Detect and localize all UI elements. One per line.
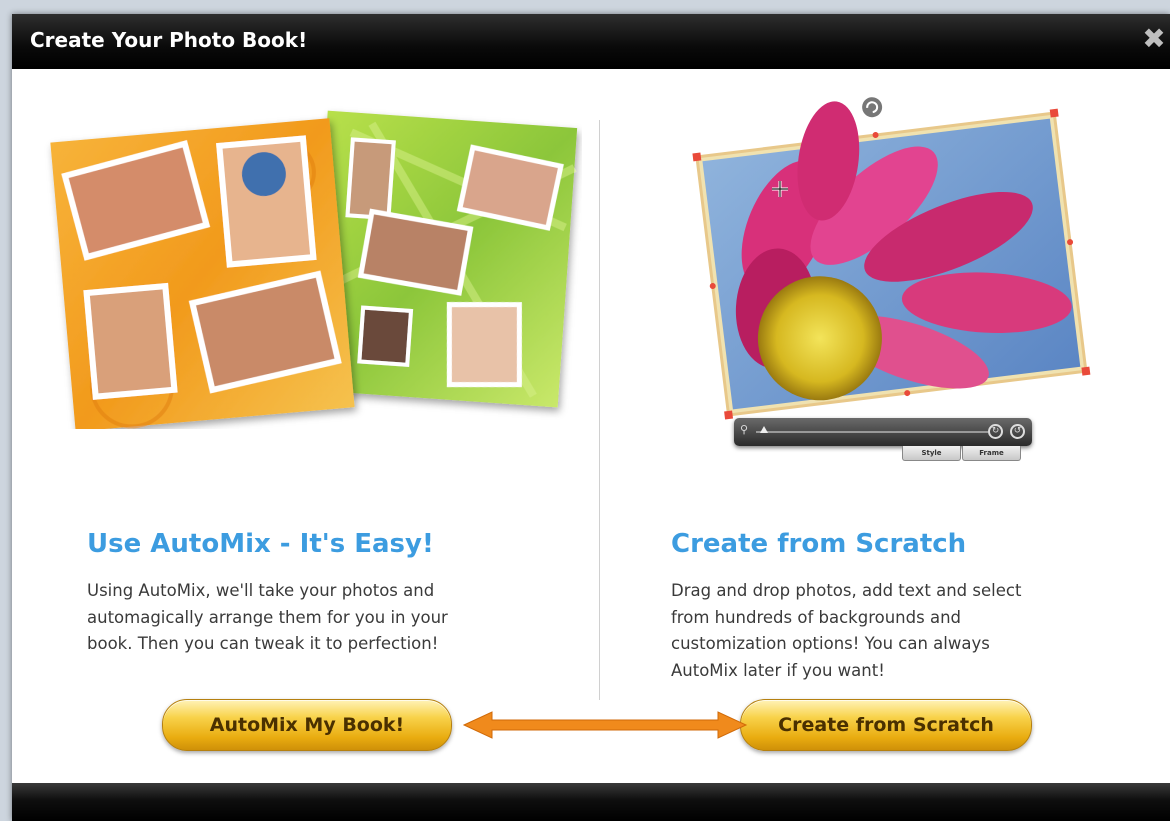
rotate-right-icon[interactable]: ↻ [988, 424, 1003, 439]
dialog-footer [12, 783, 1170, 821]
automix-my-book-button[interactable]: AutoMix My Book! [162, 699, 452, 751]
automix-description-line: automagically arrange them for you in yo… [87, 607, 448, 627]
automix-description-line: Using AutoMix, we'll take your photos an… [87, 581, 435, 600]
scratch-illustration [692, 96, 1091, 420]
double-arrow-icon [462, 711, 748, 739]
orange-book-page [50, 118, 355, 429]
automix-heading: Use AutoMix - It's Easy! [87, 529, 434, 559]
automix-description-line: book. Then you can tweak it to perfectio… [87, 634, 439, 653]
column-divider [599, 120, 600, 700]
automix-illustration [50, 110, 578, 429]
dialog-title: Create Your Photo Book! [30, 28, 308, 52]
photo-edit-toolbar: ⚲ ↻ ↺ [734, 418, 1032, 446]
rotate-handle-icon[interactable] [861, 96, 883, 118]
photo-book-dialog: Create Your Photo Book! ✖ ⚲ ↻ ↺ Style Fr… [12, 14, 1170, 821]
scratch-description-line: Drag and drop photos, add text and selec… [671, 581, 1022, 600]
scratch-description-line: customization options! You can always [671, 634, 990, 653]
style-tab[interactable]: Style [902, 446, 961, 461]
scratch-description-line: from hundreds of backgrounds and [671, 607, 961, 627]
frame-tab[interactable]: Frame [962, 446, 1021, 461]
scratch-description: Drag and drop photos, add text and selec… [671, 578, 1021, 684]
scratch-description-line: AutoMix later if you want! [671, 660, 885, 680]
create-from-scratch-button[interactable]: Create from Scratch [740, 699, 1032, 751]
title-bar: Create Your Photo Book! ✖ [12, 14, 1170, 69]
rotate-left-icon[interactable]: ↺ [1010, 424, 1025, 439]
zoom-slider[interactable] [756, 431, 988, 433]
close-icon[interactable]: ✖ [1140, 24, 1168, 54]
zoom-icon[interactable]: ⚲ [740, 423, 748, 436]
automix-description: Using AutoMix, we'll take your photos an… [87, 578, 448, 658]
scratch-heading: Create from Scratch [671, 529, 967, 559]
zoom-slider-thumb[interactable] [760, 426, 768, 433]
